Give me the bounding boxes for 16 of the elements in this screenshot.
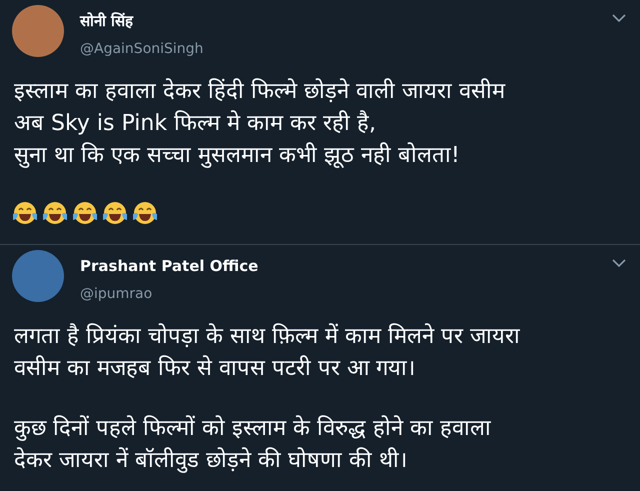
user-name[interactable]: Prashant Patel Office	[80, 256, 258, 276]
user-handle[interactable]: @ipumrao	[80, 284, 258, 305]
laughing-face-icon	[42, 200, 68, 226]
chevron-down-icon[interactable]	[612, 14, 626, 23]
chevron-down-icon[interactable]	[612, 259, 626, 268]
user-name[interactable]: सोनी सिंह	[80, 11, 204, 31]
tweet-text: कुछ दिनों पहले फिल्मों को इस्लाम के विरुद्ध होने का हवाला देकर जायरा नें बॉलीवुड छोड़ने की घोषणा की थी।	[14, 414, 492, 475]
laughing-face-icon	[102, 200, 128, 226]
tweet-text: लगता है प्रियंका चोपड़ा के साथ फ़िल्म में काम मिलने पर जायरा वसीम का मजहब फिर से वापस पटरी पर आ गया।	[14, 322, 521, 383]
laughing-face-icon	[12, 200, 38, 226]
avatar[interactable]	[12, 250, 64, 302]
tweet-text: इस्लाम का हवाला देकर हिंदी फिल्मे छोड़ने वाली जायरा वसीम अब Sky is Pink फिल्म मे काम कर रही है, सुना था कि एक सच्चा मुसलमान कभी झूठ नही बोलता!	[14, 77, 506, 170]
user-handle[interactable]: @AgainSoniSingh	[80, 39, 204, 60]
laughing-face-icon	[132, 200, 158, 226]
laughing-face-icon	[72, 200, 98, 226]
avatar[interactable]	[12, 5, 64, 57]
